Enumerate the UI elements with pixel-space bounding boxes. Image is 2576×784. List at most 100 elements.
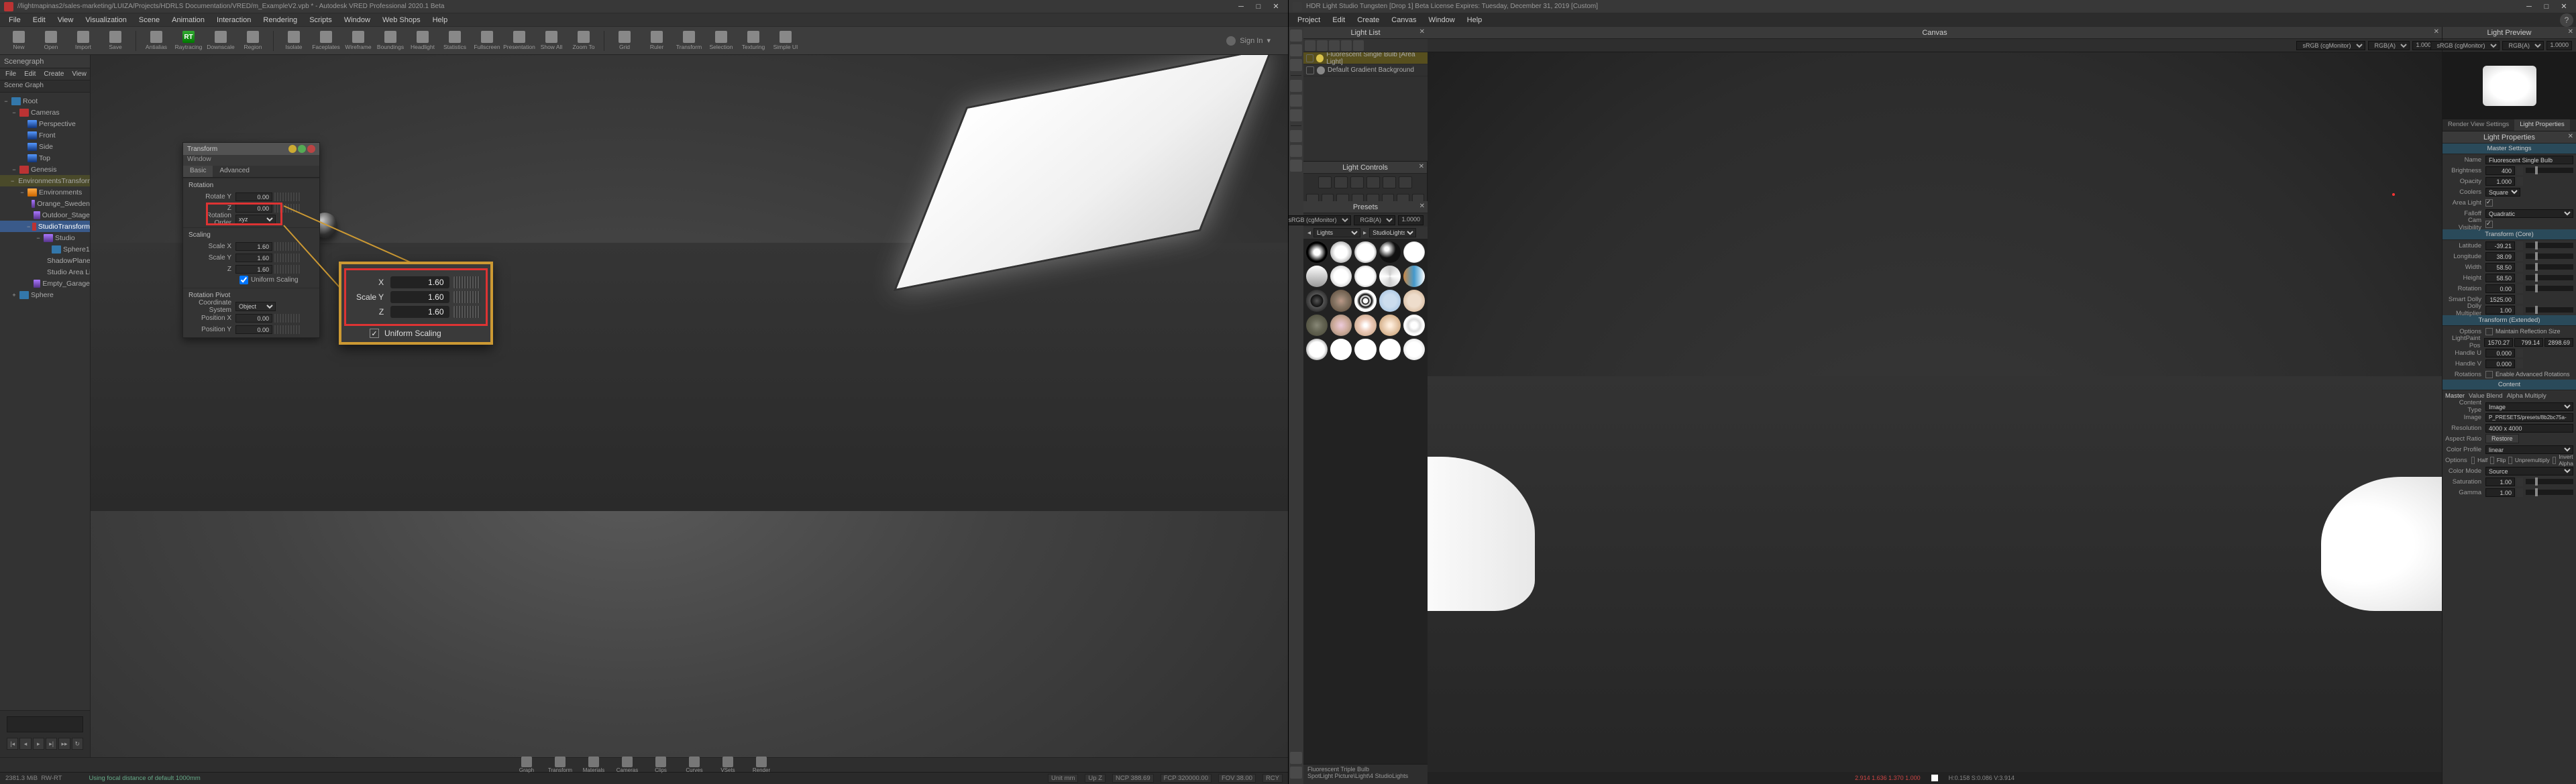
qab-cameras[interactable]: Cameras	[613, 757, 641, 773]
sg-menu-edit[interactable]: Edit	[20, 70, 40, 78]
bc-studio[interactable]: StudioLights	[1369, 228, 1416, 237]
menu-window[interactable]: Window	[338, 16, 376, 24]
tp-close[interactable]	[307, 145, 315, 153]
rotation-order[interactable]: xyz	[235, 215, 276, 224]
prop-coolers[interactable]: Square	[2485, 188, 2520, 197]
hmenu-project[interactable]: Project	[1291, 16, 1326, 24]
preset-thumb[interactable]	[1379, 290, 1401, 311]
sg-menu-view[interactable]: View	[68, 70, 91, 78]
vt-clear[interactable]	[1290, 767, 1302, 779]
tab-advanced[interactable]: Advanced	[213, 166, 256, 177]
lightlist-close[interactable]: ✕	[1419, 28, 1425, 36]
tb-zoomto[interactable]: Zoom To	[569, 28, 598, 54]
preset-thumb[interactable]	[1379, 315, 1401, 336]
preset-thumb[interactable]	[1403, 290, 1425, 311]
bc-lights[interactable]: Lights	[1313, 228, 1360, 237]
canvas-srgb[interactable]: sRGB (cgMonitor)	[2296, 41, 2365, 50]
timeline[interactable]: |◂ ◂ ▸ ▸| ▸▸ ↻	[0, 710, 90, 757]
tb-selection[interactable]: Selection	[706, 28, 736, 54]
tb-boundings[interactable]: Boundings	[376, 28, 405, 54]
prop-sat[interactable]: 1.00	[2485, 478, 2515, 486]
tb-presentation[interactable]: Presentation	[504, 28, 534, 54]
preset-thumb[interactable]	[1354, 266, 1376, 287]
menu-interaction[interactable]: Interaction	[211, 16, 257, 24]
zoom-y[interactable]: 1.60	[390, 291, 449, 303]
prop-height[interactable]: 58.50	[2485, 274, 2515, 282]
tb-statistics[interactable]: Statistics	[440, 28, 470, 54]
tb-raytracing[interactable]: RTRaytracing	[174, 28, 203, 54]
preset-thumb[interactable]	[1403, 266, 1425, 287]
menu-scene[interactable]: Scene	[133, 16, 166, 24]
ll-eye[interactable]	[1305, 40, 1316, 51]
tb-save[interactable]: Save	[101, 28, 130, 54]
sg-menu-file[interactable]: File	[1, 70, 20, 78]
vt-lightpaint[interactable]	[1290, 80, 1302, 92]
tb-import[interactable]: Import	[68, 28, 98, 54]
prop-ctype[interactable]: Image	[2485, 402, 2573, 411]
hmenu-canvas[interactable]: Canvas	[1385, 16, 1422, 24]
scale-x[interactable]: 1.60	[235, 242, 272, 251]
brightness-slider[interactable]	[2526, 168, 2573, 173]
prop-long[interactable]: 38.09	[2485, 252, 2515, 261]
menu-animation[interactable]: Animation	[166, 16, 211, 24]
prop-camvis[interactable]	[2485, 221, 2493, 228]
menu-edit[interactable]: Edit	[27, 16, 52, 24]
preset-thumb[interactable]	[1306, 266, 1328, 287]
viewport-3d[interactable]: Transform Window Basic Advanced Rotation…	[91, 55, 1288, 757]
vt-scale[interactable]	[1290, 59, 1302, 71]
preset-thumb[interactable]	[1354, 315, 1376, 336]
prop-hv[interactable]: 0.000	[2485, 359, 2515, 368]
vt-settings[interactable]	[1290, 752, 1302, 764]
zoom-uniform-cb[interactable]: ✓	[370, 329, 379, 338]
prop-dmul[interactable]: 1.00	[2485, 306, 2515, 315]
grp-content[interactable]: Content	[2443, 380, 2576, 390]
preset-thumb[interactable]	[1330, 241, 1352, 263]
prop-name[interactable]: Fluorescent Single Bulb	[2485, 156, 2573, 164]
tree-node[interactable]: −StudioTransform	[0, 221, 90, 232]
hmenu-window[interactable]: Window	[1423, 16, 1461, 24]
ll-add[interactable]	[1341, 40, 1352, 51]
tb-new[interactable]: New	[4, 28, 34, 54]
bc-up[interactable]: ◂	[1307, 229, 1311, 237]
tab-basic[interactable]: Basic	[183, 166, 213, 177]
tree-node[interactable]: Outdoor_Stage	[0, 209, 90, 221]
tb-wireframe[interactable]: Wireframe	[343, 28, 373, 54]
prop-maintain[interactable]	[2485, 328, 2493, 335]
vred-min[interactable]: ─	[1233, 1, 1249, 12]
canvas-rgba[interactable]: RGB(A)	[2368, 41, 2410, 50]
tb-region[interactable]: Region	[238, 28, 268, 54]
zoom-x[interactable]: 1.60	[390, 276, 449, 288]
tree-node[interactable]: Empty_Garage	[0, 278, 90, 289]
prop-advrot[interactable]	[2485, 371, 2493, 378]
prop-image[interactable]: P_PRESETS/presets/8b2bc75a-c744-4e9d-82c…	[2485, 413, 2573, 422]
preset-thumb[interactable]	[1330, 315, 1352, 336]
hdrls-min[interactable]: ─	[2521, 1, 2537, 12]
prop-lat[interactable]: -39.21	[2485, 241, 2515, 250]
pivot-y[interactable]: 0.00	[235, 325, 272, 334]
preset-thumb[interactable]	[1379, 241, 1401, 263]
tree-node[interactable]: Studio Area Lights (HDR L	[0, 266, 90, 278]
tl-loop[interactable]: ↻	[72, 738, 83, 750]
menu-view[interactable]: View	[52, 16, 80, 24]
signin-button[interactable]: Sign In ▾	[1226, 36, 1271, 46]
tree-node[interactable]: −Cameras	[0, 107, 90, 118]
scale-y[interactable]: 1.60	[235, 254, 272, 262]
vt-color[interactable]	[1290, 109, 1302, 121]
preset-thumb[interactable]	[1306, 315, 1328, 336]
lightlist-row[interactable]: Fluorescent Single Bulb [Area Light]	[1303, 52, 1428, 64]
prop-cprof[interactable]: linear	[2485, 445, 2573, 454]
ll-folder[interactable]	[1353, 40, 1364, 51]
hdrls-max[interactable]: □	[2538, 1, 2555, 12]
qab-render[interactable]: Render	[747, 757, 775, 773]
tb-isolate[interactable]: Isolate	[279, 28, 309, 54]
preset-thumb[interactable]	[1403, 315, 1425, 336]
prop-hu[interactable]: 0.000	[2485, 349, 2515, 357]
lc-1[interactable]	[1318, 176, 1332, 188]
preset-thumb[interactable]	[1379, 266, 1401, 287]
transform-window-menu[interactable]: Window	[183, 155, 319, 166]
lc-4[interactable]	[1366, 176, 1380, 188]
zoom-z[interactable]: 1.60	[390, 306, 449, 318]
prop-gamma[interactable]: 1.00	[2485, 488, 2515, 497]
tl-end[interactable]: ▸▸	[58, 738, 70, 750]
vt-zoom[interactable]	[1290, 160, 1302, 172]
